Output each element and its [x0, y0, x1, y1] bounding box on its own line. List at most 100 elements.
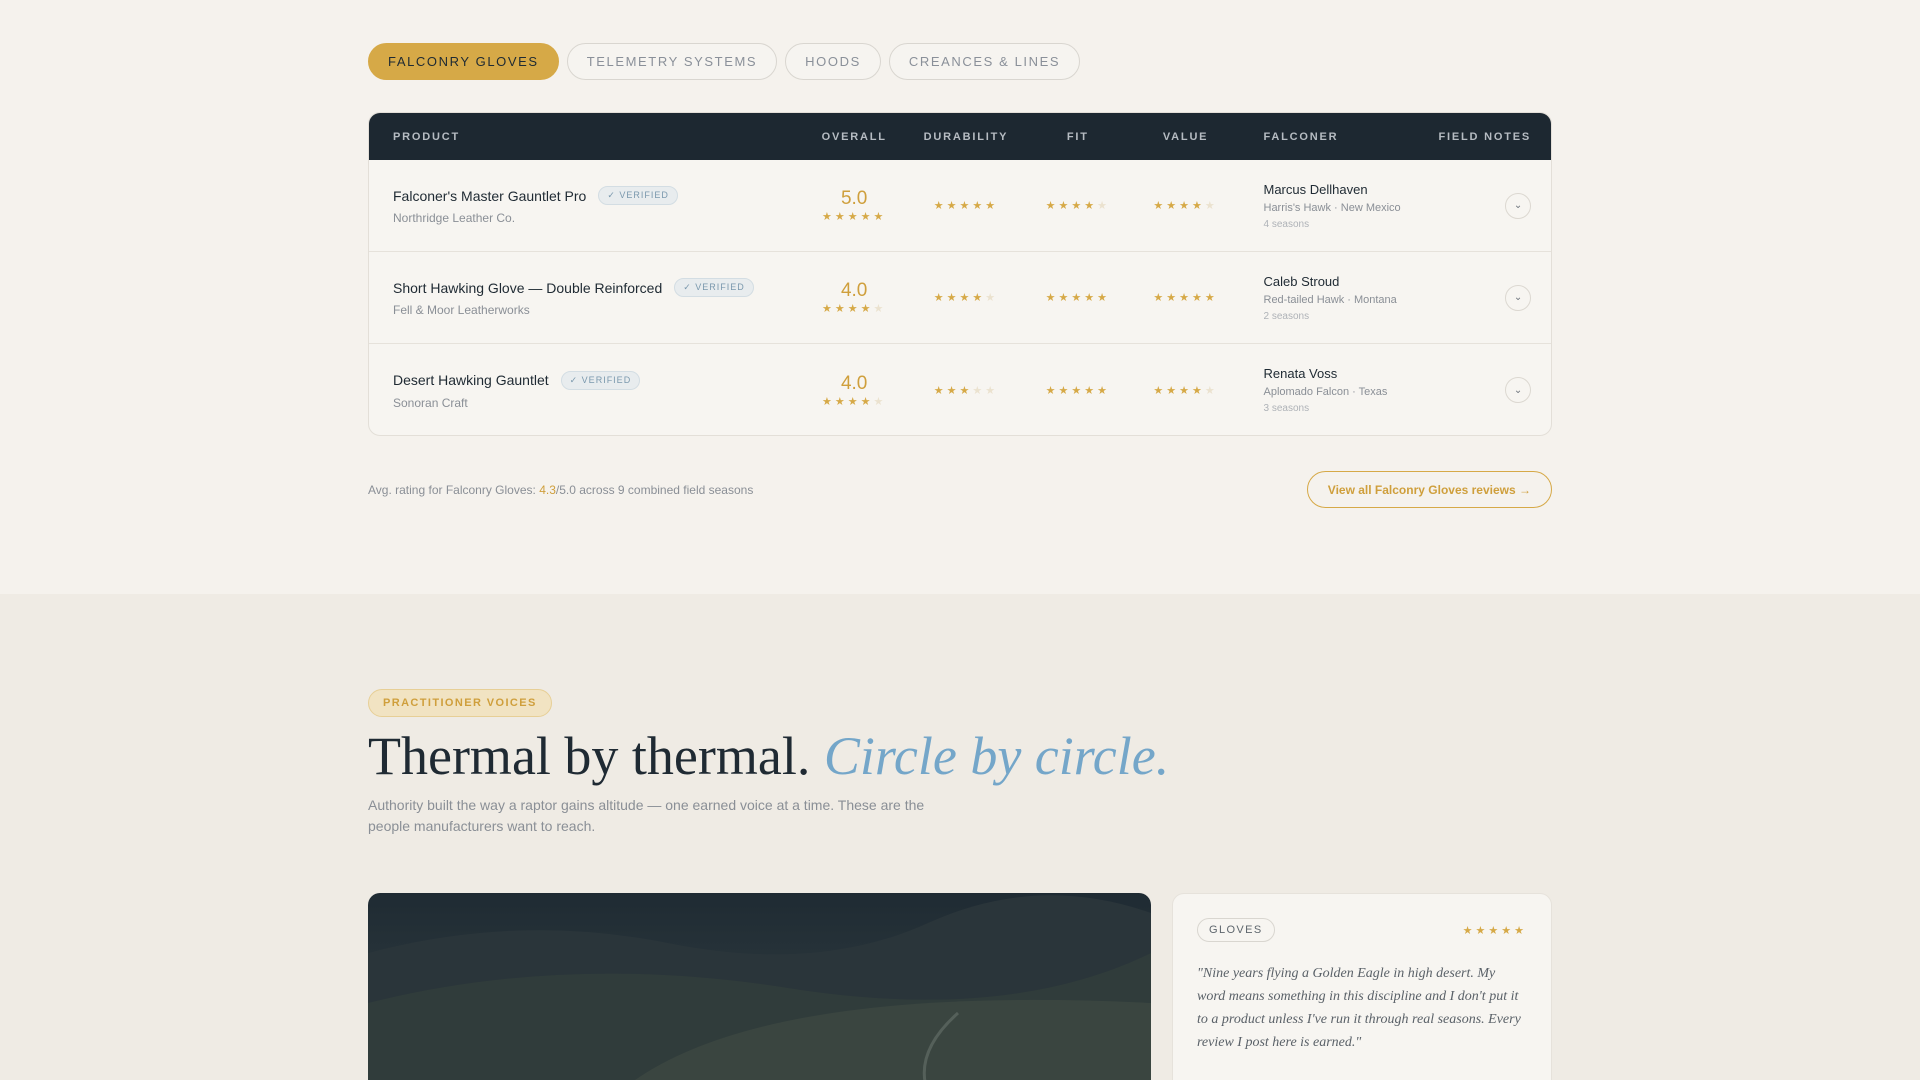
star-icon: ★ — [1192, 200, 1205, 212]
falconer-seasons: 3 seasons — [1263, 403, 1310, 414]
category-tabs: FALCONRY GLOVES TELEMETRY SYSTEMS HOODS … — [368, 43, 1552, 80]
star-icon: ★ — [1488, 924, 1502, 937]
star-icon: ★ — [972, 384, 986, 397]
star-icon: ★ — [1153, 384, 1167, 397]
header-overall[interactable]: OVERALL — [800, 131, 908, 143]
value-stars: ★★★★★ — [1132, 384, 1240, 397]
falconer-bird: Aplomado Falcon · Texas — [1263, 386, 1388, 398]
category-summary: Avg. rating for Falconry Gloves: 4.3/5.0… — [368, 471, 1552, 508]
tab-falconry-gloves[interactable]: FALCONRY GLOVES — [368, 43, 559, 80]
star-icon: ★ — [834, 303, 848, 315]
star-icon: ★ — [1045, 292, 1059, 304]
fit-stars: ★★★★★ — [1024, 384, 1132, 397]
star-icon: ★ — [972, 292, 986, 304]
star-icon: ★ — [1058, 292, 1072, 304]
star-icon: ★ — [1192, 292, 1205, 304]
review-card[interactable]: GLOVES ★★★★★ "Nine years flying a Golden… — [1172, 893, 1552, 1080]
header-field-notes: FIELD NOTES — [1438, 130, 1532, 143]
category-tag[interactable]: GLOVES — [1197, 918, 1275, 942]
star-icon: ★ — [847, 211, 861, 223]
star-icon: ★ — [1179, 292, 1193, 304]
table-row[interactable]: Falconer's Master Gauntlet Pro ✓ VERIFIE… — [369, 160, 1551, 252]
star-icon: ★ — [1071, 292, 1085, 304]
star-icon: ★ — [1097, 200, 1110, 212]
star-icon: ★ — [834, 211, 848, 223]
section-lede: Authority built the way a raptor gains a… — [368, 797, 925, 834]
star-icon: ★ — [933, 292, 947, 304]
chevron-down-icon[interactable]: ⌄ — [1505, 192, 1532, 219]
section-headline: Thermal by thermal. Circle by circle. — [368, 725, 1552, 787]
table-header: PRODUCT OVERALL DURABILITY FIT VALUE FAL… — [369, 113, 1551, 160]
star-icon: ★ — [1153, 200, 1167, 212]
star-icon: ★ — [1058, 200, 1072, 212]
star-icon: ★ — [1097, 292, 1110, 304]
overall-score: 5.0 — [840, 188, 868, 209]
table-row[interactable]: Short Hawking Glove — Double Reinforced … — [369, 252, 1551, 344]
falconer-name[interactable]: Caleb Stroud — [1264, 274, 1420, 289]
tab-telemetry-systems[interactable]: TELEMETRY SYSTEMS — [566, 43, 778, 80]
view-all-reviews-button[interactable]: View all Falconry Gloves reviews → — [1306, 471, 1552, 508]
star-icon: ★ — [1153, 292, 1167, 304]
star-icon: ★ — [1166, 200, 1180, 212]
star-icon: ★ — [834, 395, 848, 408]
star-icon: ★ — [821, 395, 835, 408]
fit-stars: ★★★★★ — [1024, 291, 1132, 304]
review-stars: ★★★★★ — [1463, 924, 1527, 937]
star-icon: ★ — [959, 292, 973, 304]
value-stars: ★★★★★ — [1132, 291, 1240, 304]
falconer-name[interactable]: Renata Voss — [1264, 366, 1420, 381]
falconer-seasons: 2 seasons — [1263, 310, 1310, 322]
verified-badge: ✓ VERIFIED — [560, 370, 641, 390]
header-product[interactable]: PRODUCT — [369, 131, 800, 143]
chevron-down-icon[interactable]: ⌄ — [1505, 284, 1532, 311]
star-icon: ★ — [1192, 384, 1205, 397]
star-icon: ★ — [946, 384, 960, 397]
header-fit[interactable]: FIT — [1024, 131, 1132, 143]
star-icon: ★ — [1475, 924, 1489, 937]
review-table: PRODUCT OVERALL DURABILITY FIT VALUE FAL… — [368, 112, 1552, 436]
star-icon: ★ — [1084, 200, 1098, 212]
star-icon: ★ — [933, 384, 947, 397]
product-name[interactable]: Short Hawking Glove — Double Reinforced — [393, 280, 662, 296]
star-icon: ★ — [1514, 924, 1527, 937]
star-icon: ★ — [860, 211, 874, 223]
star-icon: ★ — [1084, 292, 1098, 304]
star-icon: ★ — [860, 303, 874, 315]
product-name[interactable]: Desert Hawking Gauntlet — [393, 372, 549, 388]
star-icon: ★ — [985, 384, 999, 397]
star-icon: ★ — [972, 200, 986, 212]
star-icon: ★ — [873, 303, 887, 315]
product-name[interactable]: Falconer's Master Gauntlet Pro — [393, 188, 586, 204]
star-icon: ★ — [946, 200, 960, 212]
star-icon: ★ — [1045, 200, 1059, 212]
durability-stars: ★★★★★ — [908, 384, 1024, 397]
star-icon: ★ — [1084, 384, 1098, 397]
chevron-down-icon[interactable]: ⌄ — [1505, 377, 1532, 403]
tab-hoods[interactable]: HOODS — [785, 43, 881, 80]
star-icon: ★ — [1097, 384, 1110, 397]
verified-badge: ✓ VERIFIED — [598, 186, 678, 205]
star-icon: ★ — [1462, 924, 1476, 937]
average-rating-text: Avg. rating for Falconry Gloves: 4.3/5.0… — [368, 483, 753, 497]
header-durability[interactable]: DURABILITY — [908, 131, 1024, 143]
product-maker: Northridge Leather Co. — [393, 211, 516, 225]
star-icon: ★ — [1179, 200, 1193, 212]
durability-stars: ★★★★★ — [908, 199, 1024, 212]
star-icon: ★ — [860, 395, 874, 408]
section-eyebrow: PRACTITIONER VOICES — [368, 689, 552, 717]
average-value: 4.3 — [539, 482, 556, 497]
overall-stars: ★★★★★ — [800, 395, 908, 408]
star-icon: ★ — [1045, 384, 1059, 397]
star-icon: ★ — [985, 292, 999, 304]
falconer-name[interactable]: Marcus Dellhaven — [1264, 182, 1420, 197]
falconer-bird: Harris's Hawk · New Mexico — [1263, 201, 1401, 214]
star-icon: ★ — [1501, 924, 1515, 937]
product-maker: Fell & Moor Leatherworks — [393, 303, 530, 317]
header-falconer: FALCONER — [1263, 130, 1339, 143]
tab-creances-lines[interactable]: CREANCES & LINES — [888, 43, 1081, 80]
table-row[interactable]: Desert Hawking Gauntlet ✓ VERIFIED Sonor… — [369, 344, 1551, 435]
header-value[interactable]: VALUE — [1132, 131, 1240, 143]
falconer-seasons: 4 seasons — [1263, 218, 1310, 230]
star-icon: ★ — [821, 211, 835, 223]
average-suffix: /5.0 across 9 combined field seasons — [555, 482, 754, 497]
